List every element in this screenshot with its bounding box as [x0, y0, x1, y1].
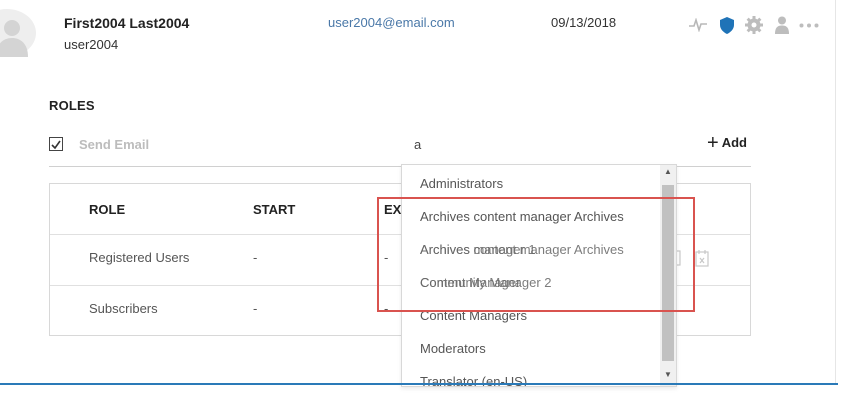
- dropdown-option[interactable]: Archives content manager Archives: [420, 209, 624, 224]
- role-search-input[interactable]: [402, 126, 678, 163]
- dropdown-scrollbar-thumb[interactable]: [662, 185, 674, 361]
- role-autocomplete-dropdown[interactable]: Administrators Archives content manager …: [401, 164, 677, 387]
- gear-icon[interactable]: [744, 14, 764, 36]
- table-row-start: -: [253, 250, 258, 265]
- avatar: [0, 9, 36, 57]
- dropdown-option[interactable]: Moderators: [420, 341, 486, 356]
- dropdown-option-overlap[interactable]: Community Manager 2: [420, 275, 552, 290]
- dropdown-option[interactable]: Content Managers: [420, 308, 527, 323]
- column-header-expires: EX: [384, 202, 402, 217]
- send-email-label: Send Email: [79, 137, 150, 152]
- table-row-start: -: [253, 301, 258, 316]
- calendar-remove-icon[interactable]: [695, 249, 709, 272]
- user-full-name: First2004 Last2004: [64, 15, 190, 31]
- person-icon[interactable]: [773, 14, 791, 36]
- scroll-up-arrow-icon[interactable]: ▲: [664, 167, 672, 176]
- shield-icon[interactable]: [718, 14, 736, 36]
- dropdown-option[interactable]: Translator (en-US): [420, 374, 527, 386]
- user-username: user2004: [64, 37, 119, 52]
- dropdown-scrollbar[interactable]: ▲ ▼: [660, 165, 676, 386]
- page-scrollbar-edge: [835, 0, 836, 383]
- table-row-expires: -: [384, 250, 389, 265]
- send-email-checkbox[interactable]: [49, 137, 63, 151]
- user-email-link[interactable]: user2004@email.com: [328, 15, 455, 30]
- add-role-label: Add: [721, 135, 747, 150]
- roles-heading: ROLES: [49, 98, 95, 113]
- user-date: 09/13/2018: [551, 15, 617, 30]
- activity-icon[interactable]: [688, 14, 708, 36]
- check-icon: [51, 140, 61, 150]
- column-header-role: ROLE: [89, 202, 126, 217]
- more-icon[interactable]: [798, 14, 820, 36]
- dropdown-option[interactable]: Administrators: [420, 176, 503, 191]
- plus-icon: +: [707, 131, 719, 154]
- scroll-down-arrow-icon[interactable]: ▼: [664, 370, 672, 379]
- table-row-expires: -: [384, 301, 389, 316]
- column-header-start: START: [253, 202, 296, 217]
- add-role-button[interactable]: + Add: [707, 131, 747, 154]
- dropdown-option-overlap[interactable]: Archives manager 1: [420, 242, 536, 257]
- table-row-role: Registered Users: [89, 250, 190, 265]
- bottom-accent-bar: [0, 383, 838, 385]
- table-row-role: Subscribers: [89, 301, 158, 316]
